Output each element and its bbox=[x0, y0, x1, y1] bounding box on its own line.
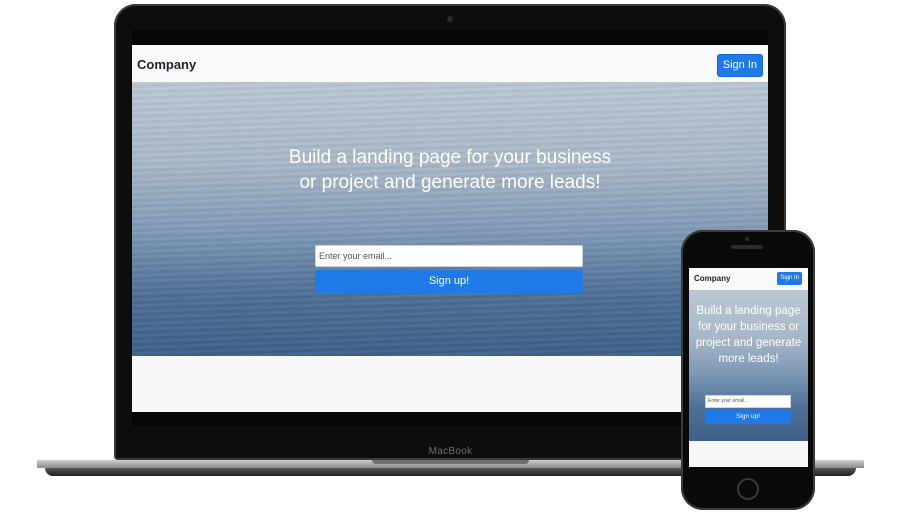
phone-signup-button[interactable]: Sign up! bbox=[705, 410, 791, 424]
phone-navbar: Company Sign In bbox=[689, 268, 808, 290]
hero-section: Build a landing page for your business o… bbox=[132, 82, 768, 356]
phone-navbar-brand[interactable]: Company bbox=[694, 274, 730, 283]
email-input[interactable]: Enter your email... bbox=[315, 245, 583, 267]
laptop-camera-icon bbox=[447, 16, 453, 22]
phone-hero-section: Build a landing page for your business o… bbox=[689, 290, 808, 441]
phone-email-input[interactable]: Enter your email... bbox=[705, 395, 791, 408]
phone-hero-headline: Build a landing page for your business o… bbox=[695, 305, 802, 365]
laptop-notch bbox=[372, 460, 529, 464]
phone-speaker bbox=[731, 245, 763, 249]
phone-camera-icon bbox=[745, 237, 749, 241]
phone-signin-button[interactable]: Sign In bbox=[777, 272, 802, 285]
laptop-display: Company Sign In Build a landing page for… bbox=[132, 45, 768, 412]
hero-headline: Build a landing page for your business o… bbox=[288, 147, 612, 193]
navbar: Company Sign In bbox=[132, 45, 768, 82]
signup-button[interactable]: Sign up! bbox=[315, 270, 583, 293]
navbar-brand[interactable]: Company bbox=[137, 57, 196, 72]
phone-home-button-icon[interactable] bbox=[737, 478, 759, 500]
signin-button[interactable]: Sign In bbox=[716, 54, 763, 77]
phone-display: Company Sign In Build a landing page for… bbox=[689, 268, 808, 467]
